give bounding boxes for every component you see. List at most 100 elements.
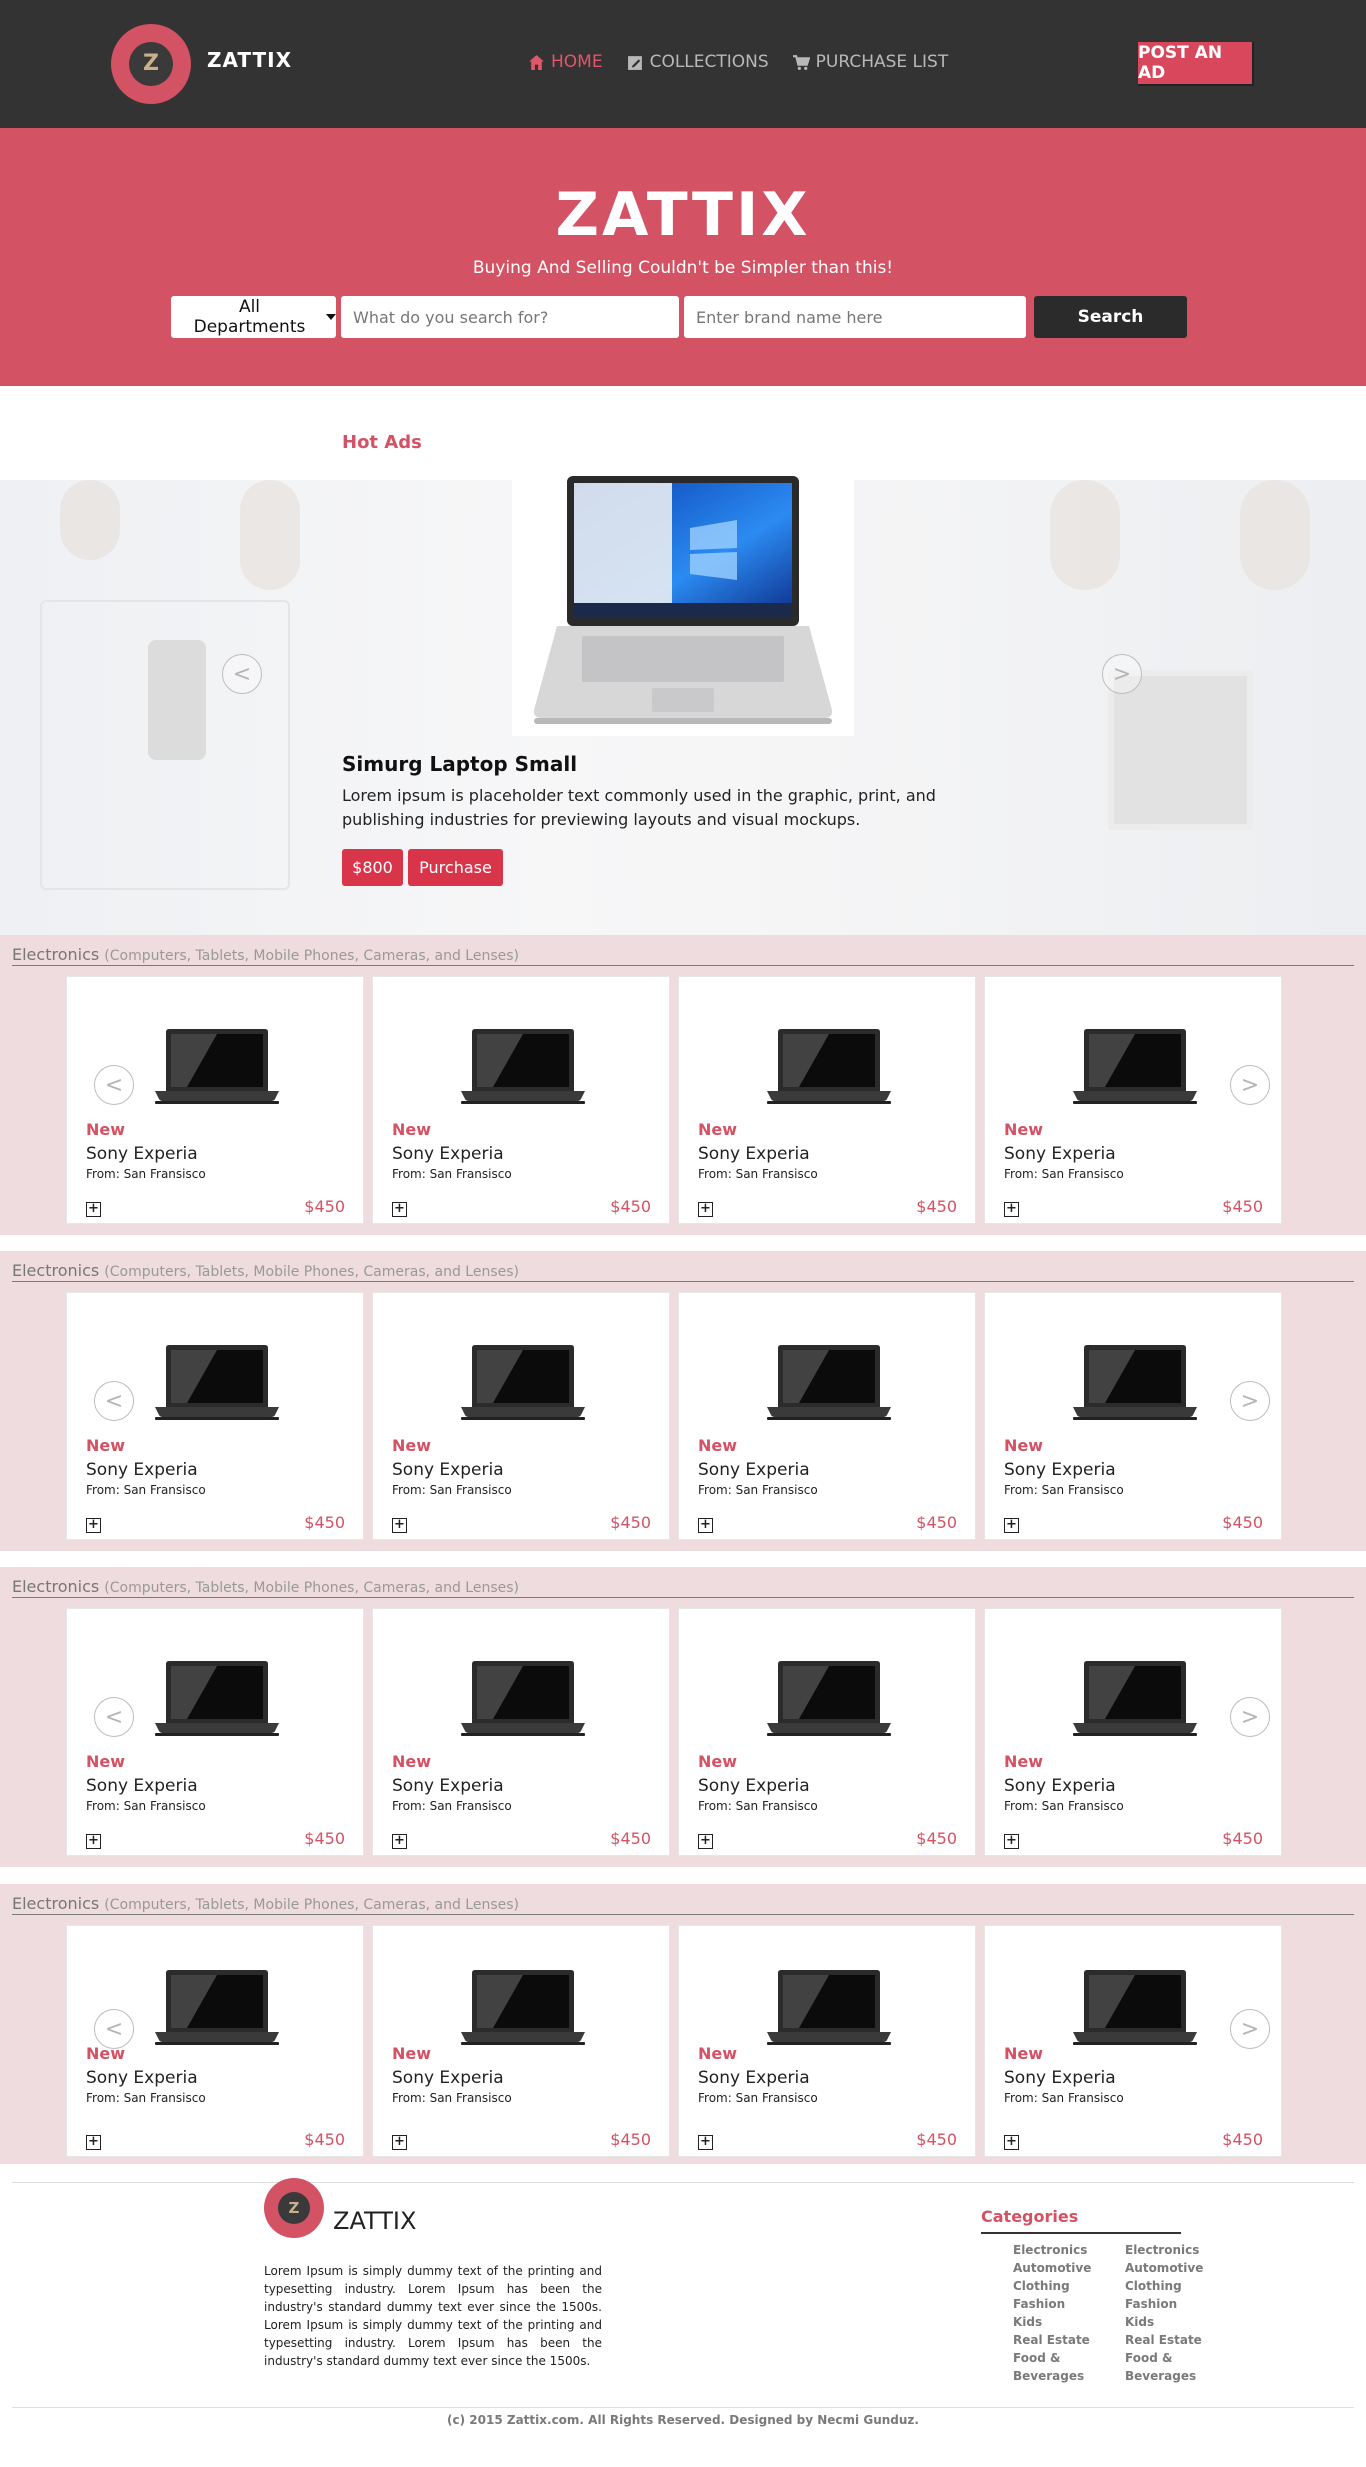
footer-category-link[interactable]: Kids [1125,2313,1215,2331]
product-name[interactable]: Sony Experia [698,2068,810,2088]
product-name[interactable]: Sony Experia [1004,1776,1116,1796]
product-card[interactable]: New Sony Experia From: San Fransisco + $450 [372,1608,670,1856]
section-prev-button[interactable]: < [94,1065,134,1105]
hot-ad-title[interactable]: Simurg Laptop Small [342,752,577,776]
nav-home-link[interactable]: HOME [528,52,603,72]
product-name[interactable]: Sony Experia [698,1460,810,1480]
section-prev-button[interactable]: < [94,1381,134,1421]
product-condition: New [698,1436,738,1455]
footer-category-link[interactable]: Food & Beverages [1125,2349,1215,2385]
product-card[interactable]: New Sony Experia From: San Fransisco + $450 [678,1292,976,1540]
product-name[interactable]: Sony Experia [392,1776,504,1796]
add-to-list-icon[interactable]: + [86,1834,101,1849]
section-next-button[interactable]: > [1230,1065,1270,1105]
product-laptop-image[interactable] [147,1657,287,1737]
product-laptop-image[interactable] [1065,1341,1205,1421]
product-name[interactable]: Sony Experia [392,1144,504,1164]
product-name[interactable]: Sony Experia [392,1460,504,1480]
product-card[interactable]: New Sony Experia From: San Fransisco + $450 [678,1608,976,1856]
product-laptop-image[interactable] [759,1657,899,1737]
footer-category-link[interactable]: Real Estate [1013,2331,1103,2349]
product-name[interactable]: Sony Experia [1004,1460,1116,1480]
product-laptop-image[interactable] [759,1025,899,1105]
footer-category-link[interactable]: Clothing [1125,2277,1215,2295]
product-laptop-image[interactable] [453,1966,593,2046]
product-laptop-image[interactable] [453,1025,593,1105]
add-to-list-icon[interactable]: + [392,1202,407,1217]
product-name[interactable]: Sony Experia [698,1144,810,1164]
nav-collections-link[interactable]: COLLECTIONS [627,52,769,72]
product-laptop-image[interactable] [1065,1025,1205,1105]
add-to-list-icon[interactable]: + [1004,1834,1019,1849]
section-title[interactable]: Electronics (Computers, Tablets, Mobile … [12,1261,519,1280]
footer-category-link[interactable]: Fashion [1013,2295,1103,2313]
hot-ads-next-button[interactable]: > [1102,654,1142,694]
product-laptop-image[interactable] [453,1341,593,1421]
footer-category-link[interactable]: Food & Beverages [1013,2349,1103,2385]
add-to-list-icon[interactable]: + [392,1834,407,1849]
product-laptop-image[interactable] [147,1025,287,1105]
add-to-list-icon[interactable]: + [1004,1202,1019,1217]
product-laptop-image[interactable] [147,1341,287,1421]
section-title[interactable]: Electronics (Computers, Tablets, Mobile … [12,1577,519,1596]
section-title[interactable]: Electronics (Computers, Tablets, Mobile … [12,945,519,964]
product-name[interactable]: Sony Experia [698,1776,810,1796]
product-card[interactable]: New Sony Experia From: San Fransisco + $450 [372,976,670,1224]
add-to-list-icon[interactable]: + [698,2135,713,2150]
product-card[interactable]: New Sony Experia From: San Fransisco + $450 [678,976,976,1224]
add-to-list-icon[interactable]: + [86,1202,101,1217]
add-to-list-icon[interactable]: + [86,1518,101,1533]
product-laptop-image[interactable] [759,1966,899,2046]
hot-ad-purchase-button[interactable]: Purchase [408,849,503,886]
footer-category-link[interactable]: Automotive [1013,2259,1103,2277]
footer-logo[interactable]: Z [264,2178,324,2238]
add-to-list-icon[interactable]: + [1004,2135,1019,2150]
add-to-list-icon[interactable]: + [698,1518,713,1533]
section-title[interactable]: Electronics (Computers, Tablets, Mobile … [12,1894,519,1913]
product-name[interactable]: Sony Experia [392,2068,504,2088]
hot-ad-price-button[interactable]: $800 [342,849,403,886]
product-name[interactable]: Sony Experia [86,1144,198,1164]
add-to-list-icon[interactable]: + [698,1202,713,1217]
add-to-list-icon[interactable]: + [698,1834,713,1849]
add-to-list-icon[interactable]: + [392,1518,407,1533]
product-name[interactable]: Sony Experia [86,1460,198,1480]
product-name[interactable]: Sony Experia [1004,2068,1116,2088]
section-next-button[interactable]: > [1230,1381,1270,1421]
hot-ads-prev-button[interactable]: < [222,654,262,694]
product-name[interactable]: Sony Experia [86,2068,198,2088]
hot-ad-laptop-image[interactable] [512,468,854,736]
footer-category-link[interactable]: Electronics [1125,2241,1215,2259]
search-input[interactable] [341,296,679,338]
section-prev-button[interactable]: < [94,2009,134,2049]
post-ad-button[interactable]: POST AN AD [1138,42,1254,86]
product-card[interactable]: New Sony Experia From: San Fransisco + $450 [372,1925,670,2157]
product-name[interactable]: Sony Experia [1004,1144,1116,1164]
product-laptop-image[interactable] [759,1341,899,1421]
section-prev-button[interactable]: < [94,1697,134,1737]
nav-purchase-list-link[interactable]: PURCHASE LIST [792,52,948,72]
section-next-button[interactable]: > [1230,2009,1270,2049]
product-card[interactable]: New Sony Experia From: San Fransisco + $450 [678,1925,976,2157]
department-dropdown[interactable]: All Departments [171,296,336,338]
brand-input[interactable] [684,296,1026,338]
footer-category-link[interactable]: Fashion [1125,2295,1215,2313]
product-laptop-image[interactable] [453,1657,593,1737]
add-to-list-icon[interactable]: + [1004,1518,1019,1533]
product-laptop-image[interactable] [1065,1657,1205,1737]
add-to-list-icon[interactable]: + [392,2135,407,2150]
add-to-list-icon[interactable]: + [86,2135,101,2150]
product-laptop-image[interactable] [147,1966,287,2046]
footer-category-link[interactable]: Clothing [1013,2277,1103,2295]
footer-category-link[interactable]: Kids [1013,2313,1103,2331]
product-laptop-image[interactable] [1065,1966,1205,2046]
product-name[interactable]: Sony Experia [86,1776,198,1796]
search-button[interactable]: Search [1034,296,1187,338]
footer-category-link[interactable]: Electronics [1013,2241,1103,2259]
section-next-button[interactable]: > [1230,1697,1270,1737]
brand-name[interactable]: ZATTIX [207,48,292,72]
footer-category-link[interactable]: Real Estate [1125,2331,1215,2349]
footer-category-link[interactable]: Automotive [1125,2259,1215,2277]
product-card[interactable]: New Sony Experia From: San Fransisco + $450 [372,1292,670,1540]
logo[interactable]: Z [111,24,191,104]
